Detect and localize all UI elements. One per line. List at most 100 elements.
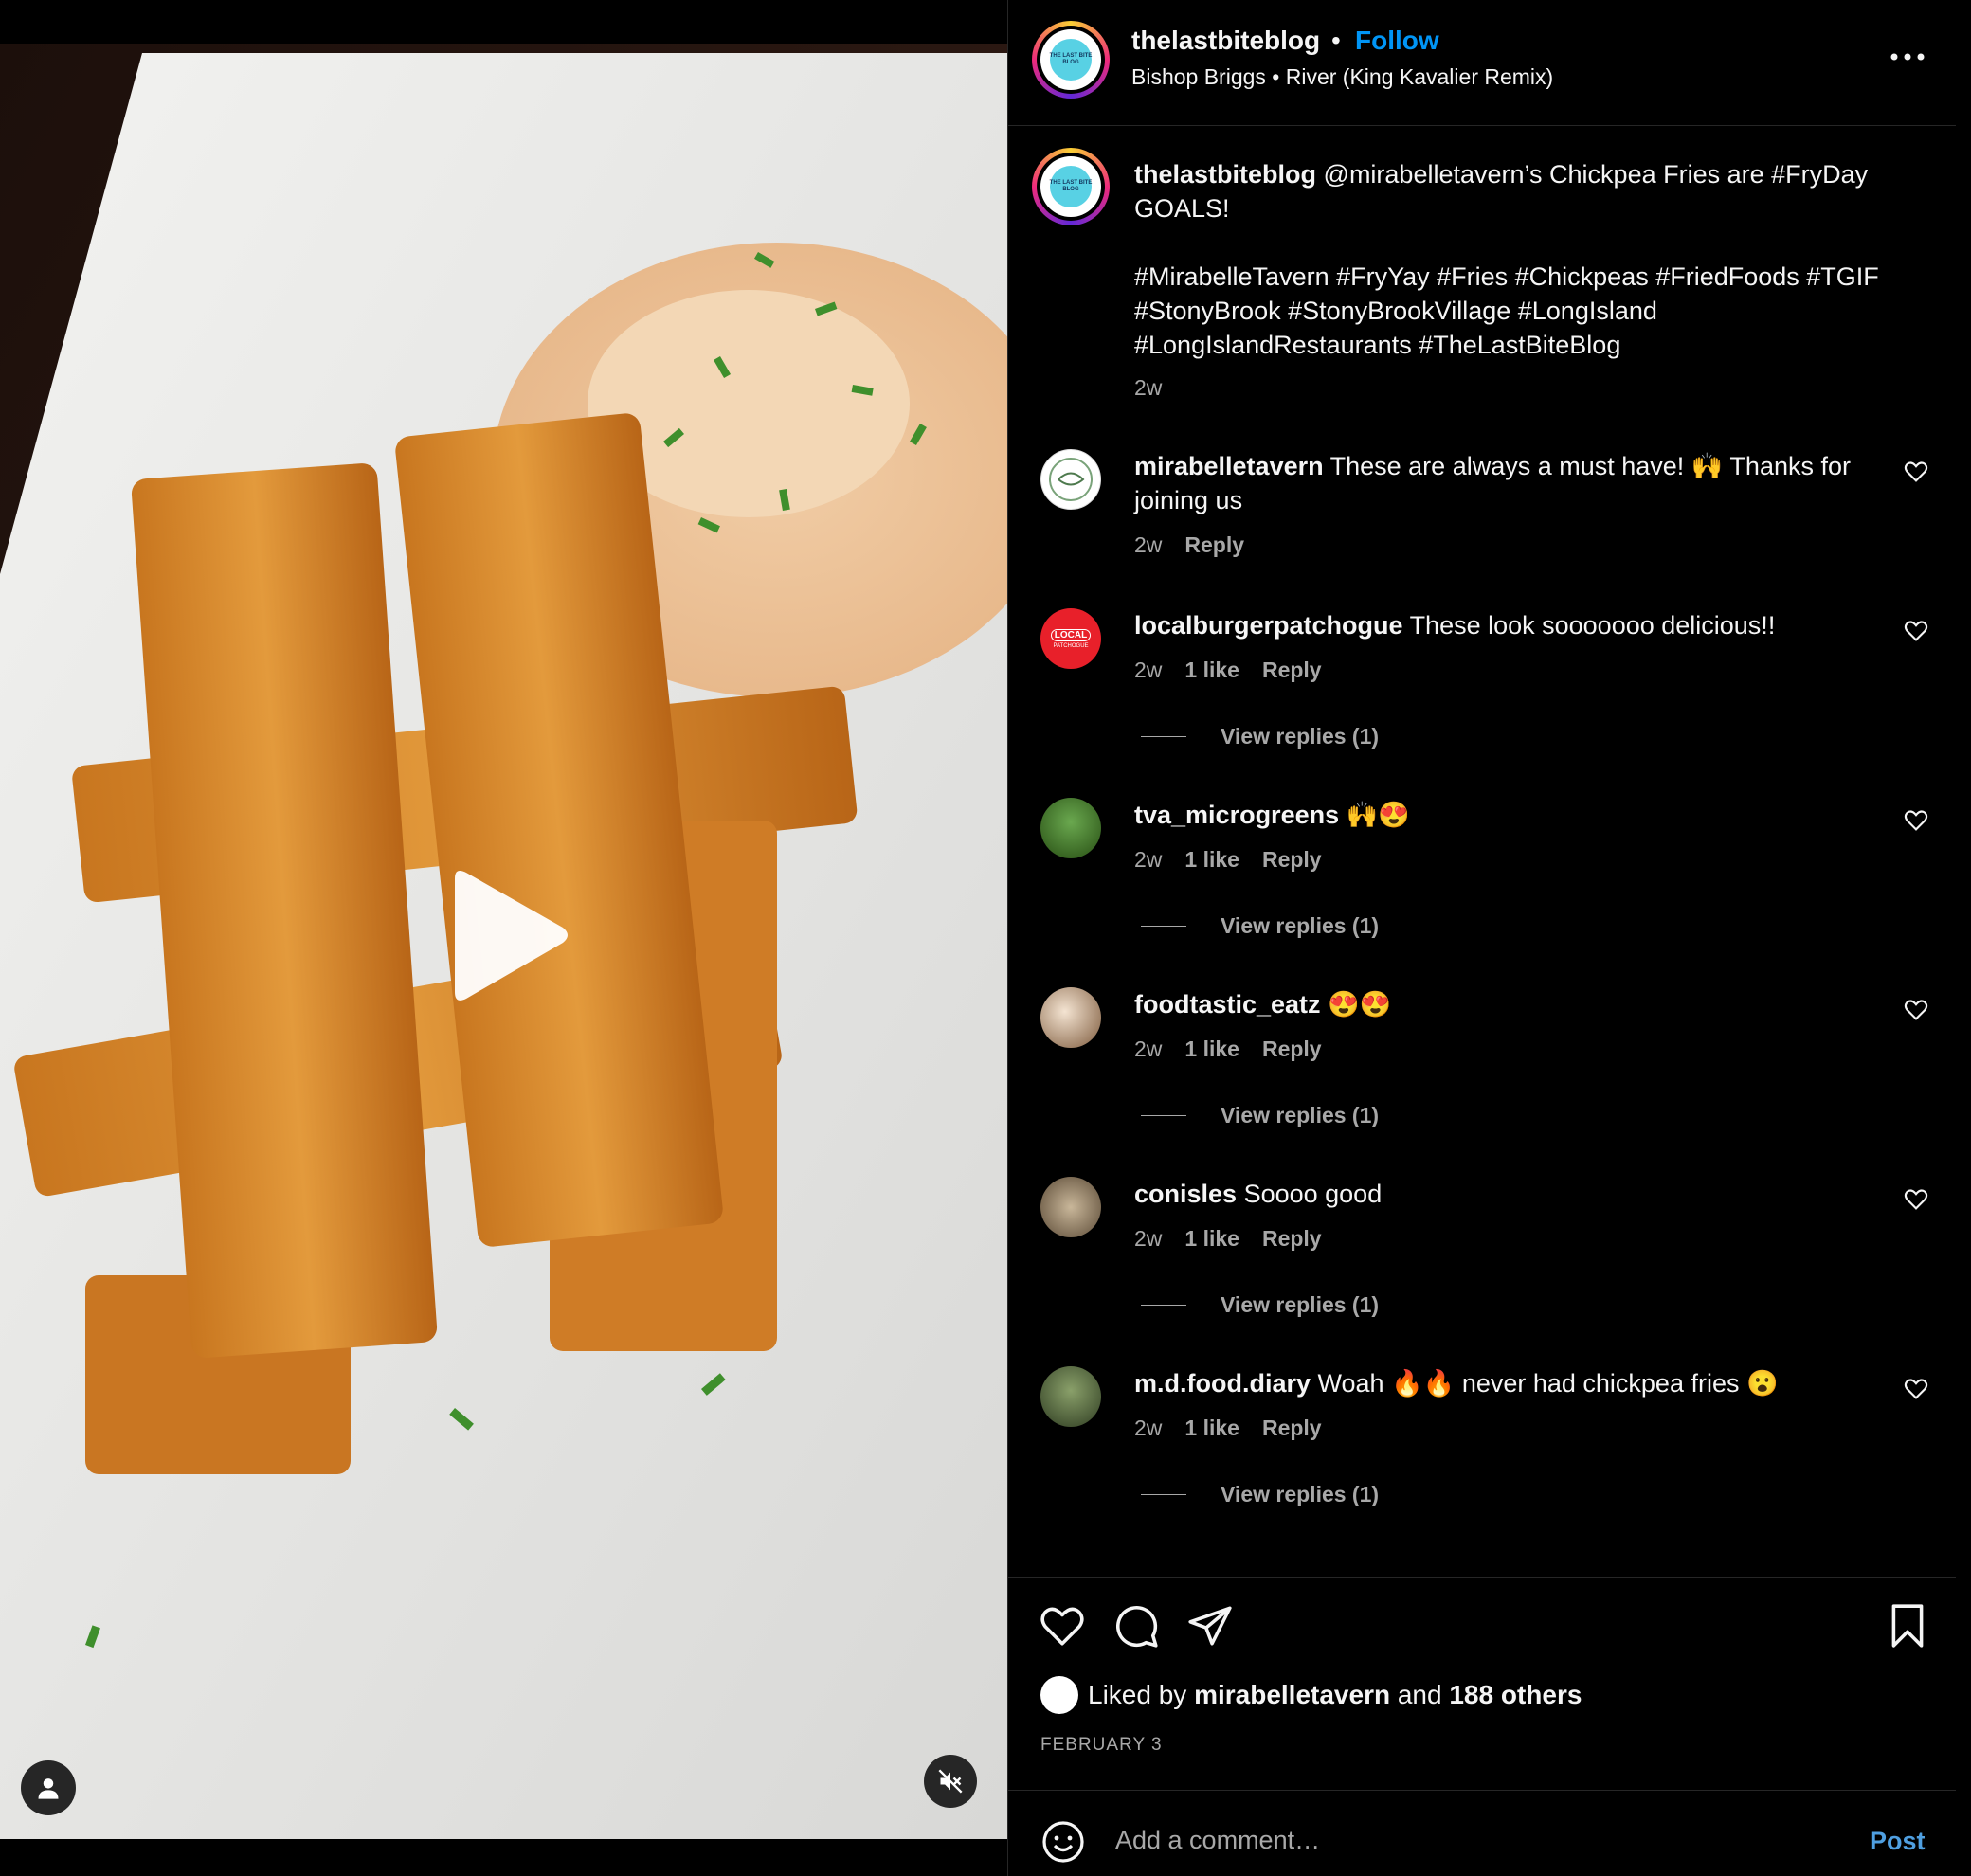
comment-body: Soooo good (1243, 1180, 1383, 1208)
likes-and: and (1397, 1680, 1442, 1709)
caption-author-avatar[interactable]: THE LAST BITE BLOG (1032, 148, 1110, 225)
comment-meta: 2w Reply (1134, 532, 1244, 558)
bookmark-icon[interactable] (1884, 1602, 1931, 1650)
comment-meta: 2w 1 like Reply (1134, 658, 1322, 683)
caption-timestamp: 2w (1134, 375, 1163, 400)
post-date: FEBRUARY 3 (1040, 1735, 1163, 1755)
comment-bubble-icon[interactable] (1112, 1602, 1160, 1650)
commenter-avatar[interactable] (1040, 798, 1101, 858)
view-replies-button[interactable]: View replies (1) (1141, 724, 1379, 749)
local-logo-sub: PATCHOGUE (1053, 642, 1089, 649)
heart-outline-icon[interactable] (1903, 997, 1929, 1023)
comment-composer: Post (1008, 1790, 1956, 1876)
comment-likes[interactable]: 1 like (1184, 658, 1239, 683)
reply-button[interactable]: Reply (1262, 1226, 1322, 1252)
heart-outline-icon[interactable] (1903, 618, 1929, 644)
speaker-muted-icon (938, 1769, 963, 1794)
comment-meta: 2w 1 like Reply (1134, 847, 1322, 873)
comments-list[interactable]: THE LAST BITE BLOG thelastbiteblog @mira… (1008, 127, 1956, 1577)
comment-username[interactable]: mirabelletavern (1134, 452, 1324, 480)
comment-likes[interactable]: 1 like (1184, 847, 1239, 873)
caption-text: thelastbiteblog @mirabelletavern’s Chick… (1134, 157, 1921, 225)
comment-meta: 2w 1 like Reply (1134, 1037, 1322, 1062)
heart-outline-icon[interactable] (1903, 807, 1929, 834)
audio-track-link[interactable]: Bishop Briggs • River (King Kavalier Rem… (1131, 64, 1553, 90)
comment-time: 2w (1134, 532, 1163, 557)
reply-button[interactable]: Reply (1262, 1416, 1322, 1441)
comment-username[interactable]: foodtastic_eatz (1134, 990, 1321, 1019)
view-replies-label: View replies (1) (1221, 1292, 1380, 1317)
post-header: THE LAST BITE BLOG thelastbiteblog • Fol… (1008, 0, 1956, 126)
author-avatar[interactable]: THE LAST BITE BLOG (1032, 21, 1110, 99)
share-send-icon[interactable] (1186, 1602, 1234, 1650)
comment-text: foodtastic_eatz 😍😍 (1134, 987, 1892, 1021)
tagged-users-button[interactable] (21, 1760, 76, 1815)
post-comment-button[interactable]: Post (1870, 1827, 1926, 1856)
blog-logo: THE LAST BITE BLOG (1049, 165, 1093, 208)
comment-username[interactable]: localburgerpatchogue (1134, 611, 1403, 640)
comment-text: mirabelletavern These are always a must … (1134, 449, 1892, 517)
author-username[interactable]: thelastbiteblog (1131, 26, 1320, 56)
reply-button[interactable]: Reply (1262, 1037, 1322, 1062)
post-actions: Liked by mirabelletavern and 188 others … (1008, 1577, 1956, 1790)
heart-outline-icon[interactable] (1903, 1186, 1929, 1213)
play-icon (455, 871, 568, 1001)
comment-username[interactable]: tva_microgreens (1134, 801, 1339, 829)
liker-username[interactable]: mirabelletavern (1194, 1680, 1390, 1710)
reply-button[interactable]: Reply (1262, 658, 1322, 683)
comment-time: 2w (1134, 1226, 1163, 1251)
comment-username[interactable]: m.d.food.diary (1134, 1369, 1311, 1398)
comment-likes[interactable]: 1 like (1184, 1226, 1239, 1252)
mirabelle-logo-icon (1049, 458, 1093, 501)
comment-time: 2w (1134, 1037, 1163, 1061)
comment-time: 2w (1134, 1416, 1163, 1440)
caption-hashtags[interactable]: #MirabelleTavern #FryYay #Fries #Chickpe… (1134, 260, 1921, 362)
view-replies-button[interactable]: View replies (1) (1141, 1292, 1379, 1318)
follow-button[interactable]: Follow (1355, 26, 1439, 56)
more-horizontal-icon[interactable] (1885, 38, 1930, 76)
comment-text: m.d.food.diary Woah 🔥🔥 never had chickpe… (1134, 1366, 1892, 1400)
commenter-avatar[interactable] (1040, 987, 1101, 1048)
caption-username[interactable]: thelastbiteblog (1134, 160, 1316, 189)
replies-divider (1141, 1494, 1186, 1495)
commenter-avatar[interactable] (1040, 1366, 1101, 1427)
likes-summary: Liked by mirabelletavern and 188 others (1040, 1676, 1582, 1714)
comment-username[interactable]: conisles (1134, 1180, 1237, 1208)
comment-likes[interactable]: 1 like (1184, 1416, 1239, 1441)
view-replies-label: View replies (1) (1221, 724, 1380, 749)
heart-outline-icon[interactable] (1903, 1376, 1929, 1402)
heart-outline-icon[interactable] (1903, 459, 1929, 485)
replies-divider (1141, 1115, 1186, 1116)
view-replies-button[interactable]: View replies (1) (1141, 1482, 1379, 1507)
play-button[interactable] (445, 867, 573, 1004)
liker-avatar[interactable] (1040, 1676, 1078, 1714)
likes-others-link[interactable]: 188 others (1449, 1680, 1582, 1710)
comment-likes[interactable]: 1 like (1184, 1037, 1239, 1062)
comment-text: localburgerpatchogue These look sooooooo… (1134, 608, 1892, 642)
comment-meta: 2w 1 like Reply (1134, 1416, 1322, 1441)
local-logo-text: LOCAL (1050, 628, 1092, 641)
comment-time: 2w (1134, 658, 1163, 682)
replies-divider (1141, 926, 1186, 927)
commenter-avatar[interactable] (1040, 449, 1101, 510)
emoji-smiley-icon[interactable] (1040, 1819, 1086, 1865)
comment-meta: 2w 1 like Reply (1134, 1226, 1322, 1252)
like-heart-icon[interactable] (1039, 1602, 1086, 1650)
commenter-avatar[interactable] (1040, 1177, 1101, 1237)
post-side-panel: THE LAST BITE BLOG thelastbiteblog • Fol… (1007, 0, 1956, 1876)
view-replies-button[interactable]: View replies (1) (1141, 913, 1379, 939)
commenter-avatar[interactable]: LOCAL PATCHOGUE (1040, 608, 1101, 669)
reply-button[interactable]: Reply (1184, 532, 1244, 558)
comment-text: conisles Soooo good (1134, 1177, 1892, 1211)
comment-body: These look sooooooo delicious!! (1409, 611, 1776, 640)
separator-dot: • (1331, 26, 1341, 55)
view-replies-label: View replies (1) (1221, 913, 1380, 938)
replies-divider (1141, 736, 1186, 737)
comment-input[interactable] (1115, 1817, 1817, 1863)
mute-toggle-button[interactable] (924, 1755, 977, 1808)
reply-button[interactable]: Reply (1262, 847, 1322, 873)
view-replies-label: View replies (1) (1221, 1103, 1380, 1127)
view-replies-button[interactable]: View replies (1) (1141, 1103, 1379, 1128)
comment-body: Woah 🔥🔥 never had chickpea fries 😮 (1317, 1369, 1779, 1398)
view-replies-label: View replies (1) (1221, 1482, 1380, 1506)
